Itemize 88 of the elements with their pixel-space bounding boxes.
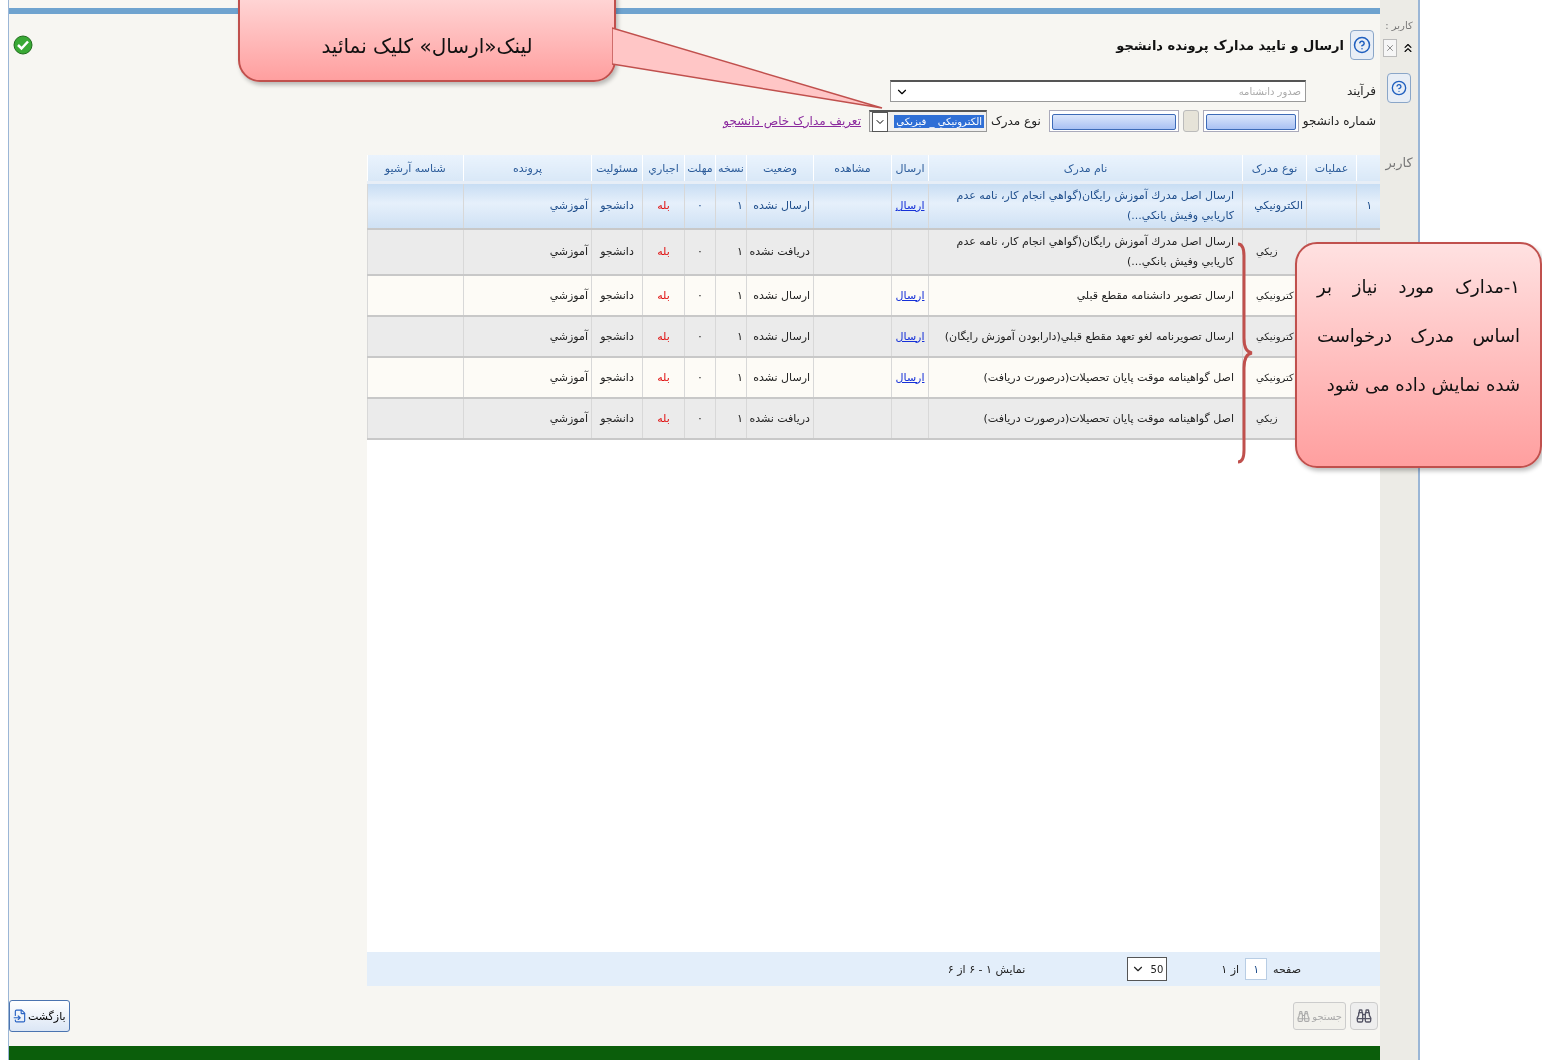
table-cell: ۰ — [684, 182, 716, 229]
collapse-icon[interactable] — [1401, 41, 1415, 55]
callout-tooltip: ۱-مدارک مورد نیاز بر اساس مدرک درخواست شده نمایش داده می شود — [1295, 242, 1542, 468]
column-header: مسئولیت — [591, 155, 643, 183]
caret-icon — [872, 111, 888, 132]
send-link[interactable]: ارسال — [895, 329, 925, 343]
column-header: وضعیت — [746, 155, 814, 183]
page-label: صفحه — [1273, 962, 1301, 976]
column-header: نسخه — [715, 155, 747, 183]
table-cell: آموزشي — [463, 316, 592, 357]
table-cell: ارسال اصل مدرك آموزش رایگان(گواهي انجام كار، نامه عدم كاريابي وفيش بانكي...) — [928, 229, 1243, 275]
binoculars-icon — [1356, 1008, 1372, 1024]
column-header: مشاهده — [813, 155, 892, 183]
table-cell: بله — [642, 316, 685, 357]
window-title: ارسال و تایید مدارک پرونده دانشجو — [1116, 37, 1344, 53]
help-icon — [1391, 80, 1407, 96]
back-button[interactable]: بازگشت — [9, 1000, 70, 1032]
table-cell: ۱ — [715, 275, 747, 316]
table-cell: بله — [642, 182, 685, 229]
table-cell: بله — [642, 229, 685, 275]
table-cell: آموزشي — [463, 398, 592, 439]
help-button[interactable] — [1350, 30, 1374, 60]
table-cell: آموزشي — [463, 182, 592, 229]
column-header: نوع مدرک — [1242, 155, 1307, 183]
table-cell: دانشجو — [591, 275, 643, 316]
user-label: کاربر : — [1385, 20, 1413, 31]
table-row[interactable]: زيكي ارسال اصل مدرك آموزش رایگان(گواهي انجام كار، نامه عدم كاريابي وفيش بانكي...) دریافت نشده ۱ ۰ بله دانشجو آموزشي — [367, 229, 1382, 275]
column-header: مهلت — [684, 155, 716, 183]
column-header: پرونده — [463, 155, 592, 183]
field-label: نوع مدرک — [991, 114, 1041, 128]
table-cell: دانشجو — [591, 316, 643, 357]
table-cell: بله — [642, 398, 685, 439]
table-cell: ۱ — [715, 229, 747, 275]
field-label: شماره دانشجو — [1302, 114, 1376, 128]
table-cell: ارسال اصل مدرك آموزش رایگان(گواهي انجام كار، نامه عدم كاريابي وفيش بانكي...) — [928, 182, 1243, 229]
table-cell: آموزشي — [463, 229, 592, 275]
page-size-select[interactable]: 50 — [1127, 957, 1168, 981]
table-cell: اصل گواهينامه موقت پایان تحصیلات(درصورت دریافت) — [928, 357, 1243, 398]
table-cell: آموزشي — [463, 275, 592, 316]
check-icon — [13, 35, 33, 55]
binoculars-button[interactable] — [1350, 1002, 1378, 1030]
table-cell: بله — [642, 357, 685, 398]
table-cell: ارسال نشده — [746, 182, 814, 229]
send-link[interactable]: ارسال — [895, 370, 925, 384]
column-header: عملیات — [1306, 155, 1357, 183]
column-header: شناسه آرشیو — [367, 155, 464, 183]
table-cell: ۰ — [684, 316, 716, 357]
table-cell: ۱ — [715, 316, 747, 357]
table-cell: ۰ — [684, 398, 716, 439]
column-header: نام مدرک — [928, 155, 1243, 183]
table-cell: دانشجو — [591, 357, 643, 398]
table-cell: بله — [642, 275, 685, 316]
table-cell: ارسال نشده — [746, 316, 814, 357]
table-cell: ۱ — [715, 182, 747, 229]
table-cell: ارسال تصویر دانشنامه مقطع قبلي — [928, 275, 1243, 316]
table-cell: ارسال تصويرنامه لغو تعهد مقطع قبلي(دارابودن آموزش رایگان) — [928, 316, 1243, 357]
table-cell: ۱ — [715, 357, 747, 398]
column-header: ارسال — [891, 155, 929, 183]
help-button[interactable] — [1387, 73, 1411, 103]
table-cell: دانشجو — [591, 182, 643, 229]
table-cell: ۱ — [715, 398, 747, 439]
binoculars-icon — [1297, 1009, 1311, 1023]
page-input[interactable]: ۱ — [1245, 958, 1268, 980]
table-cell: الکترونیکي — [1242, 182, 1307, 229]
table-cell: ۰ — [684, 275, 716, 316]
table-cell: دانشجو — [591, 229, 643, 275]
table-cell: ۰ — [684, 229, 716, 275]
special-docs-link[interactable]: تعریف مدارک خاص دانشجو — [723, 114, 861, 128]
table-cell: آموزشي — [463, 357, 592, 398]
table-cell: دریافت نشده — [746, 398, 814, 439]
callout-tooltip: لینک«ارسال» کلیک نمائید — [238, 0, 616, 82]
user-label: کاربر — [1385, 155, 1413, 170]
table-cell: دانشجو — [591, 398, 643, 439]
field-label: فرآیند — [1346, 84, 1376, 98]
table-cell: ارسال نشده — [746, 275, 814, 316]
send-link[interactable]: ارسال — [895, 288, 925, 302]
table-cell: اصل گواهينامه موقت پایان تحصیلات(درصورت دریافت) — [928, 398, 1243, 439]
table-cell: دریافت نشده — [746, 229, 814, 275]
doc-type-select[interactable]: الکترونیکي _ فیزیکي — [869, 110, 987, 132]
pager-summary: نمایش ۱ - ۶ از ۶ — [947, 962, 1026, 976]
column-header: اجباري — [642, 155, 685, 183]
document-arrow-icon — [13, 1009, 27, 1023]
table-row[interactable]: ۱ الکترونیکي ارسال اصل مدرك آموزش رایگان(گواهي انجام كار، نامه عدم كاريابي وفيش بانكي...) ارسال ارسال نشده ۱ ۰ بله دانشجو آموزشي — [367, 182, 1382, 229]
table-cell: ارسال نشده — [746, 357, 814, 398]
send-link[interactable]: ارسال — [895, 199, 925, 212]
table-cell: ۰ — [684, 357, 716, 398]
page-count: از ۱ — [1221, 962, 1240, 976]
help-icon — [1353, 36, 1371, 54]
